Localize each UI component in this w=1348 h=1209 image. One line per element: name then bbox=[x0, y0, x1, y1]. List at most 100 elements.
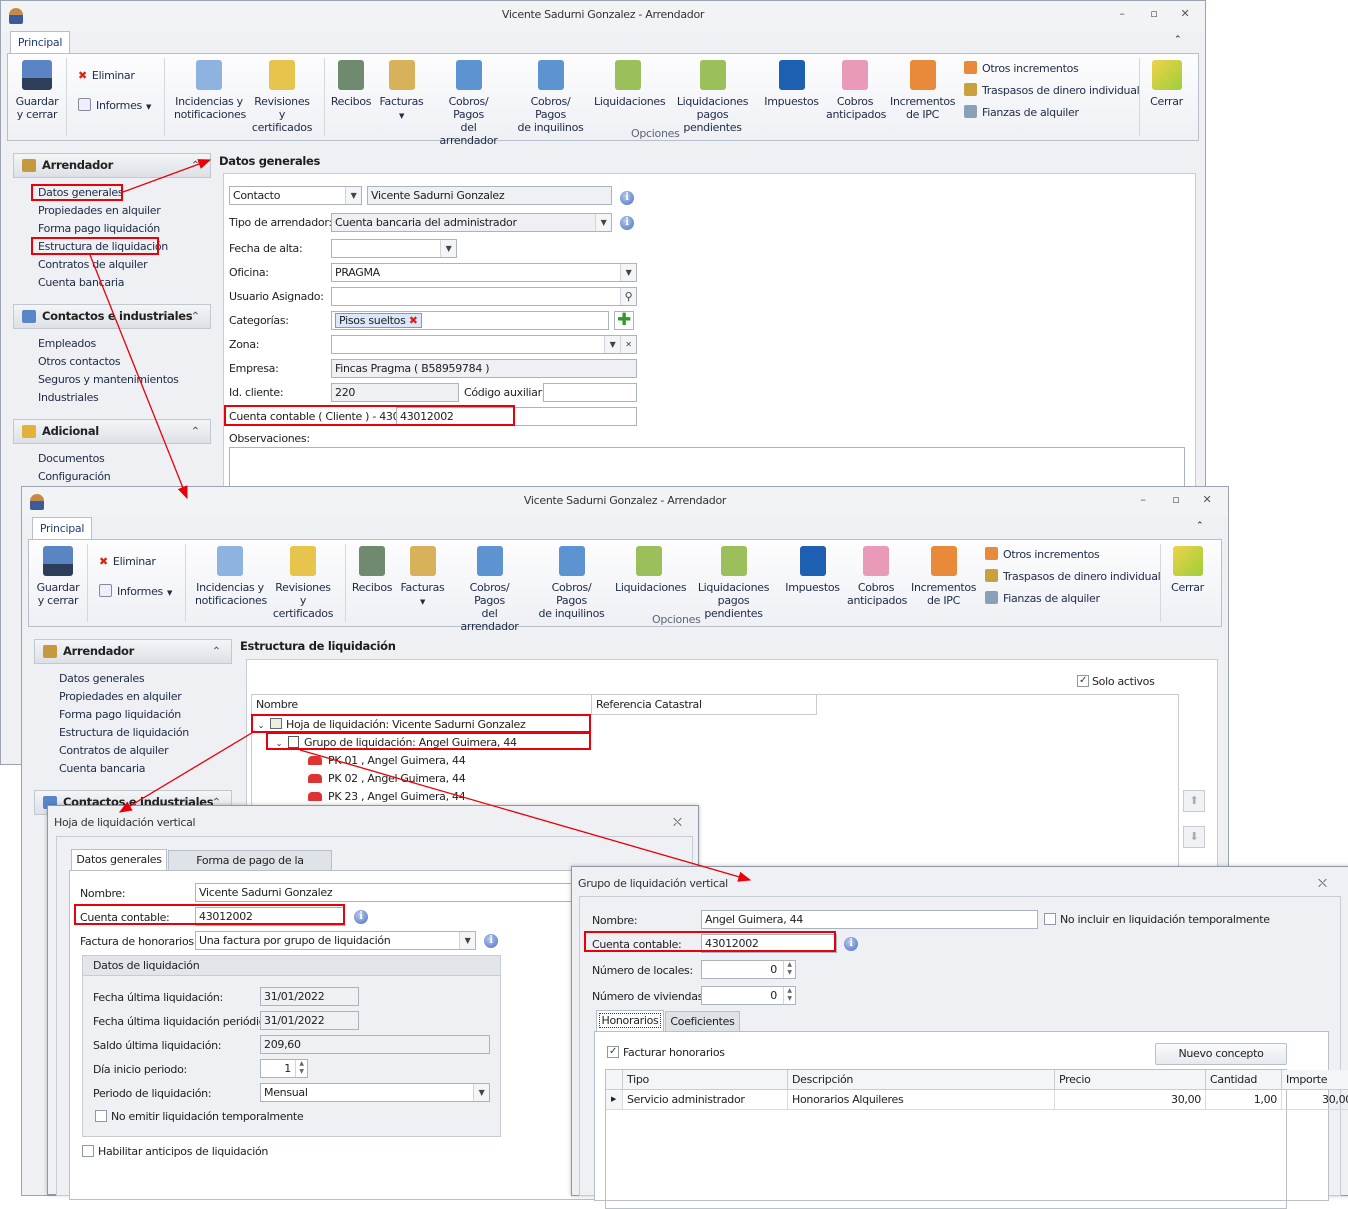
chevron-down-icon[interactable]: ▼ bbox=[345, 187, 361, 204]
tipo-arrendador-combo[interactable]: Cuenta bancaria del administrador ▼ bbox=[331, 213, 612, 232]
chevron-up-icon[interactable]: ⌃ bbox=[191, 305, 201, 328]
remove-tag-icon[interactable]: ✖ bbox=[409, 314, 418, 327]
solo-activos-checkbox[interactable]: ✓ bbox=[1077, 675, 1089, 687]
clear-icon[interactable]: ✕ bbox=[620, 336, 636, 353]
viviendas-spinner[interactable]: 0 ▲ ▼ bbox=[701, 986, 796, 1005]
tab-forma-pago[interactable]: Forma de pago de la liquidación bbox=[168, 850, 332, 887]
sidebar-item[interactable]: Contratos de alquiler bbox=[59, 744, 169, 757]
tab-honorarios[interactable]: Honorarios bbox=[596, 1010, 664, 1032]
spinner-arrows-icon[interactable]: ▲ ▼ bbox=[783, 987, 795, 1004]
move-up-button[interactable]: ⬆ bbox=[1183, 790, 1205, 812]
tab-principal[interactable]: Principal bbox=[32, 517, 92, 540]
row-indicator[interactable]: ▶ bbox=[606, 1090, 623, 1110]
tree-row-property[interactable]: PK 01 , Angel Guimera, 44 bbox=[308, 752, 466, 770]
sidebar-item[interactable]: Propiedades en alquiler bbox=[38, 204, 161, 217]
cerrar-button[interactable]: Cerrar bbox=[1144, 54, 1189, 130]
ribbon-button-3[interactable]: Facturas ▼ bbox=[379, 54, 424, 130]
spinner-arrows-icon[interactable]: ▲ ▼ bbox=[295, 1060, 307, 1077]
no-incluir-checkbox[interactable] bbox=[1044, 913, 1056, 925]
ribbon-button-9[interactable]: Cobros anticipados bbox=[847, 540, 907, 616]
grid-cell[interactable]: Servicio administrador bbox=[623, 1090, 788, 1110]
move-down-button[interactable]: ⬇ bbox=[1183, 826, 1205, 848]
sidebar-group-arrendador[interactable]: Arrendador ⌃ bbox=[34, 639, 232, 664]
ribbon-button-10[interactable]: Incrementos de IPC bbox=[911, 540, 977, 616]
cerrar-button[interactable]: Cerrar bbox=[1165, 540, 1210, 616]
sidebar-item[interactable]: Empleados bbox=[38, 337, 96, 350]
anticipos-checkbox[interactable] bbox=[82, 1145, 94, 1157]
column-header-0[interactable]: Tipo bbox=[623, 1070, 788, 1090]
ribbon-button-8[interactable]: Impuestos bbox=[785, 540, 840, 616]
fecha-ultima-field[interactable]: 31/01/2022 bbox=[260, 987, 359, 1006]
eliminar-button[interactable]: ✖ Eliminar bbox=[78, 68, 135, 84]
zona-combo[interactable]: ✕ ▼ bbox=[331, 335, 637, 354]
codigo-auxiliar-field[interactable] bbox=[543, 383, 637, 402]
column-header-referencia[interactable]: Referencia Catastral bbox=[592, 695, 817, 715]
add-category-button[interactable]: ✚ bbox=[614, 311, 634, 330]
grid-cell[interactable]: Honorarios Alquileres bbox=[788, 1090, 1055, 1110]
sidebar-item[interactable]: Forma pago liquidación bbox=[59, 708, 181, 721]
close-icon[interactable]: ✕ bbox=[1201, 494, 1213, 505]
categorias-field[interactable]: Pisos sueltos ✖ bbox=[331, 311, 609, 330]
ribbon-small-button-0[interactable]: Otros incrementos bbox=[985, 547, 1100, 563]
saldo-field[interactable]: 209,60 bbox=[260, 1035, 490, 1054]
sidebar-group-contactos[interactable]: Contactos e industriales ⌃ bbox=[13, 304, 211, 329]
guardar-cerrar-button[interactable]: Guardar y cerrar bbox=[35, 540, 81, 616]
spinner-arrows-icon[interactable]: ▲ ▼ bbox=[783, 961, 795, 978]
usuario-field[interactable]: ⚲ bbox=[331, 287, 637, 306]
tab-datos-generales[interactable]: Datos generales bbox=[71, 849, 167, 871]
ribbon-small-button-0[interactable]: Otros incrementos bbox=[964, 61, 1079, 77]
ribbon-button-5[interactable]: Cobros/ Pagos de inquilinos bbox=[514, 54, 587, 134]
ribbon-button-9[interactable]: Cobros anticipados bbox=[826, 54, 886, 130]
periodo-combo[interactable]: Mensual ▼ bbox=[260, 1083, 490, 1102]
eliminar-button[interactable]: ✖ Eliminar bbox=[99, 554, 156, 570]
ribbon-small-button-2[interactable]: Fianzas de alquiler bbox=[985, 591, 1100, 607]
empresa-field[interactable]: Fincas Pragma ( B58959784 ) bbox=[331, 359, 637, 378]
fecha-alta-field[interactable]: ▼ bbox=[331, 239, 457, 258]
sidebar-item[interactable]: Seguros y mantenimientos bbox=[38, 373, 179, 386]
sidebar-group-arrendador[interactable]: Arrendador ⌃ bbox=[13, 153, 211, 178]
ribbon-button-8[interactable]: Impuestos bbox=[764, 54, 819, 130]
ribbon-small-button-1[interactable]: Traspasos de dinero individual bbox=[985, 569, 1161, 585]
contacto-combo[interactable]: Contacto ▼ bbox=[229, 186, 362, 205]
chevron-down-icon[interactable]: ▼ bbox=[459, 932, 475, 949]
close-icon[interactable]: ⛌ bbox=[1318, 876, 1327, 891]
sidebar-item[interactable]: Propiedades en alquiler bbox=[59, 690, 182, 703]
sidebar-item[interactable]: Estructura de liquidación bbox=[59, 726, 189, 739]
search-icon[interactable]: ⚲ bbox=[620, 288, 636, 305]
minimize-icon[interactable]: – bbox=[1137, 494, 1149, 505]
sidebar-item[interactable]: Otros contactos bbox=[38, 355, 121, 368]
sidebar-item[interactable]: Documentos bbox=[38, 452, 105, 465]
ribbon-button-10[interactable]: Incrementos de IPC bbox=[890, 54, 956, 130]
oficina-combo[interactable]: PRAGMA ▼ bbox=[331, 263, 637, 282]
chevron-up-icon[interactable]: ⌃ bbox=[212, 640, 222, 663]
ribbon-button-3[interactable]: Facturas ▼ bbox=[400, 540, 445, 616]
maximize-icon[interactable]: ▫ bbox=[1170, 494, 1182, 505]
info-icon[interactable]: i bbox=[484, 934, 498, 948]
chevron-down-icon[interactable]: ▼ bbox=[604, 336, 620, 353]
contacto-name-field[interactable]: Vicente Sadurni Gonzalez bbox=[367, 186, 612, 205]
ribbon-button-6[interactable]: Liquidaciones bbox=[615, 540, 687, 616]
nombre-field[interactable]: Angel Guimera, 44 bbox=[701, 910, 1038, 929]
sidebar-item[interactable]: Forma pago liquidación bbox=[38, 222, 160, 235]
chevron-down-icon[interactable]: ▼ bbox=[620, 264, 636, 281]
sidebar-item[interactable]: Datos generales bbox=[59, 672, 145, 685]
ribbon-button-4[interactable]: Cobros/ Pagos del arrendador bbox=[432, 54, 505, 147]
ribbon-button-4[interactable]: Cobros/ Pagos del arrendador bbox=[453, 540, 526, 633]
sidebar-item[interactable]: Configuración bbox=[38, 470, 111, 483]
grid-cell[interactable]: 30,00 bbox=[1055, 1090, 1206, 1110]
info-icon[interactable]: i bbox=[354, 910, 368, 924]
ribbon-button-7[interactable]: Liquidaciones pagos pendientes bbox=[668, 54, 757, 134]
grid-cell[interactable]: 30,00 bbox=[1282, 1090, 1348, 1110]
chevron-down-icon[interactable]: ▼ bbox=[595, 214, 611, 231]
column-header-1[interactable]: Descripción bbox=[788, 1070, 1055, 1090]
no-emitir-checkbox[interactable] bbox=[95, 1110, 107, 1122]
tab-principal[interactable]: Principal bbox=[10, 31, 70, 54]
dia-inicio-spinner[interactable]: 1 ▲ ▼ bbox=[260, 1059, 308, 1078]
informes-button[interactable]: Informes ▼ bbox=[99, 584, 172, 600]
sidebar-item[interactable]: Cuenta bancaria bbox=[59, 762, 146, 775]
tree-row-property[interactable]: PK 23 , Angel Guimera, 44 bbox=[308, 788, 466, 806]
grid-cell[interactable]: 1,00 bbox=[1206, 1090, 1282, 1110]
tree-row-property[interactable]: PK 02 , Angel Guimera, 44 bbox=[308, 770, 466, 788]
minimize-icon[interactable]: – bbox=[1116, 8, 1128, 19]
collapse-ribbon-icon[interactable]: ⌃ bbox=[1174, 35, 1182, 45]
